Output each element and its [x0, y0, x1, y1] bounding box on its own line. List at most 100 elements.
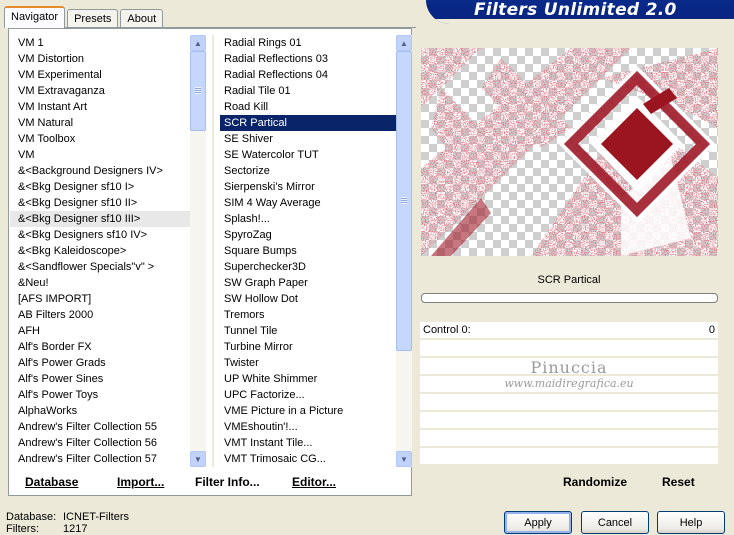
- preview-artwork: [421, 48, 718, 256]
- empty-control-row: [420, 340, 718, 358]
- selected-filter-name: SCR Partical: [420, 269, 718, 291]
- list-item[interactable]: Radial Tile 01: [220, 83, 396, 99]
- tab-presets[interactable]: Presets: [67, 9, 119, 28]
- scroll-up-arrow-icon[interactable]: ▲: [190, 35, 206, 51]
- list-item[interactable]: Sectorize: [220, 163, 396, 179]
- filters-count-value: 1217: [63, 523, 88, 535]
- list-item[interactable]: Turbine Mirror: [220, 339, 396, 355]
- list-item[interactable]: Radial Rings 01: [220, 35, 396, 51]
- scroll-down-arrow-icon[interactable]: ▼: [190, 451, 206, 467]
- list-item[interactable]: &<Background Designers IV>: [10, 163, 190, 179]
- import-button[interactable]: Import...: [117, 475, 164, 489]
- list-item[interactable]: Sierpenski's Mirror: [220, 179, 396, 195]
- list-item[interactable]: Andrew's Filter Collection 57: [10, 451, 190, 467]
- list-item[interactable]: Alf's Power Grads: [10, 355, 190, 371]
- reset-button[interactable]: Reset: [662, 475, 695, 489]
- list-item[interactable]: VM: [10, 147, 190, 163]
- randomize-button[interactable]: Randomize: [563, 475, 627, 489]
- empty-control-row: [420, 430, 718, 448]
- list-item[interactable]: Alf's Power Toys: [10, 387, 190, 403]
- list-item[interactable]: Alf's Border FX: [10, 339, 190, 355]
- database-label: Database:: [6, 511, 57, 523]
- tab-navigator[interactable]: Navigator: [4, 6, 66, 28]
- list-item[interactable]: &<Bkg Kaleidoscope>: [10, 243, 190, 259]
- category-scroll-thumb[interactable]: [190, 51, 206, 131]
- list-item[interactable]: VM Extravaganza: [10, 83, 190, 99]
- empty-control-row: [420, 448, 718, 466]
- list-item[interactable]: &<Bkg Designers sf10 IV>: [10, 227, 190, 243]
- list-item[interactable]: Splash!...: [220, 211, 396, 227]
- database-button[interactable]: Database: [25, 475, 78, 489]
- list-item[interactable]: &<Bkg Designer sf10 I>: [10, 179, 190, 195]
- list-item[interactable]: &<Bkg Designer sf10 II>: [10, 195, 190, 211]
- list-item[interactable]: Andrew's Filter Collection 55: [10, 419, 190, 435]
- list-item[interactable]: Radial Reflections 04: [220, 67, 396, 83]
- list-item[interactable]: Tremors: [220, 307, 396, 323]
- list-item[interactable]: AlphaWorks: [10, 403, 190, 419]
- list-item[interactable]: SCR Partical: [220, 115, 396, 131]
- list-item[interactable]: SE Shiver: [220, 131, 396, 147]
- list-item[interactable]: Superchecker3D: [220, 259, 396, 275]
- empty-control-row: [420, 412, 718, 430]
- list-item[interactable]: AB Filters 2000: [10, 307, 190, 323]
- list-item[interactable]: VM Toolbox: [10, 131, 190, 147]
- filter-scroll-thumb[interactable]: [396, 51, 412, 351]
- empty-control-row: [420, 394, 718, 412]
- list-item[interactable]: AFH: [10, 323, 190, 339]
- list-item[interactable]: Twister: [220, 355, 396, 371]
- scroll-down-arrow-icon[interactable]: ▼: [396, 451, 412, 467]
- category-list[interactable]: VM 1 VM Distortion VM Experimental VM Extra…: [10, 35, 190, 467]
- list-item[interactable]: VM Experimental: [10, 67, 190, 83]
- list-item[interactable]: VM Instant Art: [10, 99, 190, 115]
- control-0-slider[interactable]: Control 0: 0: [420, 322, 718, 340]
- tab-strip: Navigator Presets About: [4, 6, 165, 28]
- list-item[interactable]: &<Sandflower Specials"v" >: [10, 259, 190, 275]
- list-divider: [212, 35, 214, 467]
- list-item[interactable]: UP White Shimmer: [220, 371, 396, 387]
- filter-list[interactable]: Radial Rings 01 Radial Reflections 03 Radi…: [220, 35, 396, 467]
- control-0-label: Control 0:: [423, 324, 471, 336]
- list-item[interactable]: VMEshoutin'!...: [220, 419, 396, 435]
- scroll-up-arrow-icon[interactable]: ▲: [396, 35, 412, 51]
- list-item[interactable]: VM Natural: [10, 115, 190, 131]
- filter-info-button[interactable]: Filter Info...: [195, 475, 260, 489]
- watermark-url: www.maidiregrafica.eu: [504, 377, 634, 390]
- watermark: Pinuccia www.maidiregrafica.eu: [420, 358, 718, 390]
- list-item[interactable]: VM 1: [10, 35, 190, 51]
- filter-scrollbar[interactable]: ▲ ▼: [396, 35, 412, 467]
- editor-button[interactable]: Editor...: [292, 475, 336, 489]
- app-title: Filters Unlimited 2.0: [474, 0, 677, 20]
- list-item[interactable]: Road Kill: [220, 99, 396, 115]
- title-banner: Filters Unlimited 2.0: [426, 0, 734, 24]
- list-item[interactable]: VMT Instant Tile...: [220, 435, 396, 451]
- list-item[interactable]: UPC Factorize...: [220, 387, 396, 403]
- tab-about[interactable]: About: [120, 9, 164, 28]
- list-item[interactable]: Square Bumps: [220, 243, 396, 259]
- database-value: ICNET-Filters: [63, 511, 129, 523]
- list-item[interactable]: SW Hollow Dot: [220, 291, 396, 307]
- preview-image: [421, 48, 718, 256]
- list-item[interactable]: VMT Trimosaic CG...: [220, 451, 396, 467]
- cancel-button[interactable]: Cancel: [581, 511, 649, 534]
- list-item[interactable]: Alf's Power Sines: [10, 371, 190, 387]
- list-item[interactable]: Andrew's Filter Collection 56: [10, 435, 190, 451]
- list-item[interactable]: [AFS IMPORT]: [10, 291, 190, 307]
- list-item[interactable]: &Neu!: [10, 275, 190, 291]
- list-item[interactable]: SE Watercolor TUT: [220, 147, 396, 163]
- list-item[interactable]: &<Bkg Designer sf10 III>: [10, 211, 190, 227]
- category-scrollbar[interactable]: ▲ ▼: [190, 35, 206, 467]
- filters-count-label: Filters:: [6, 523, 39, 535]
- watermark-name: Pinuccia: [530, 358, 608, 377]
- list-item[interactable]: VME Picture in a Picture: [220, 403, 396, 419]
- list-item[interactable]: SpyroZag: [220, 227, 396, 243]
- apply-button[interactable]: Apply: [504, 511, 572, 534]
- list-item[interactable]: Tunnel Tile: [220, 323, 396, 339]
- list-item[interactable]: SW Graph Paper: [220, 275, 396, 291]
- list-item[interactable]: Radial Reflections 03: [220, 51, 396, 67]
- list-item[interactable]: VM Distortion: [10, 51, 190, 67]
- progress-bar: [421, 293, 718, 303]
- controls-panel: Control 0: 0: [420, 322, 718, 466]
- help-button[interactable]: Help: [657, 511, 725, 534]
- control-0-value: 0: [708, 324, 715, 336]
- list-item[interactable]: SIM 4 Way Average: [220, 195, 396, 211]
